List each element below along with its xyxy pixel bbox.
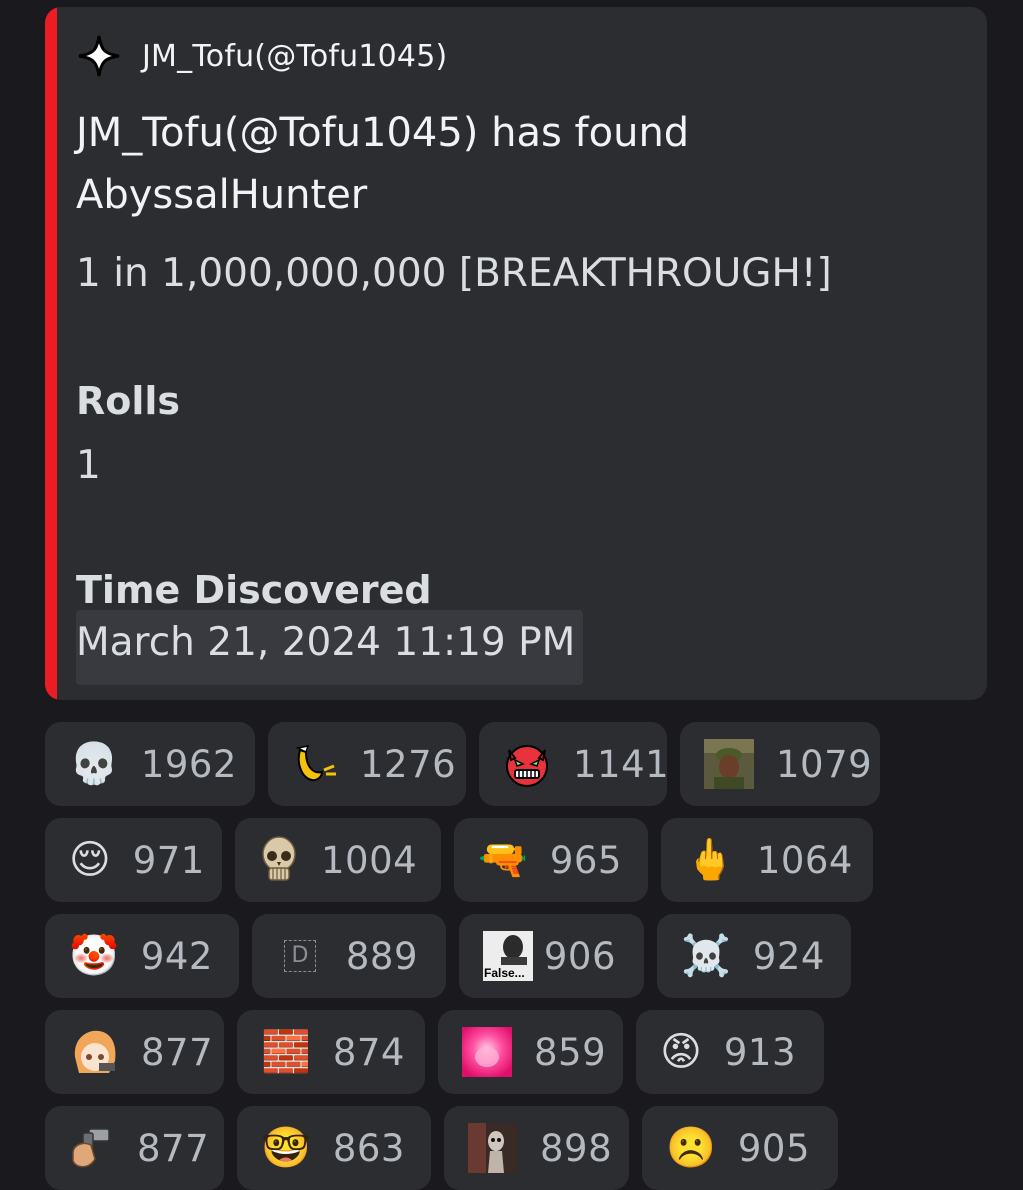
middle-finger-icon: 🖕 xyxy=(685,837,735,883)
angry-face-icon: 😡 xyxy=(660,1029,702,1075)
reaction-row: 😌 971 1004 🔫 965 🖕 1064 xyxy=(45,818,886,902)
reaction-count: 1064 xyxy=(756,838,853,882)
banana-custom-emoji-icon xyxy=(292,738,338,790)
field-time-name: Time Discovered xyxy=(76,568,432,612)
reaction-button[interactable]: False... 906 xyxy=(459,914,644,998)
reaction-row: 877 🧱 874 859 😡 913 xyxy=(45,1010,837,1094)
embed-author: JM_Tofu(@Tofu1045) xyxy=(76,33,447,79)
false-meme-custom-emoji-icon: False... xyxy=(483,931,533,981)
gun-hand-custom-emoji-icon xyxy=(69,1122,115,1174)
skull-icon: 💀 xyxy=(69,741,119,787)
reaction-button[interactable]: 🖕 1064 xyxy=(661,818,873,902)
reaction-button[interactable]: 859 xyxy=(438,1010,623,1094)
reaction-button[interactable]: ☠️ 924 xyxy=(657,914,851,998)
pink-glow-custom-emoji-icon xyxy=(462,1026,512,1078)
reaction-count: 889 xyxy=(345,934,418,978)
reaction-button[interactable]: 🤓 863 xyxy=(237,1106,431,1190)
relieved-face-icon: 😌 xyxy=(69,837,111,883)
reaction-button[interactable]: 1004 xyxy=(235,818,441,902)
reaction-count: 1079 xyxy=(776,742,873,786)
reaction-row: 💀 1962 1276 1141 1079 xyxy=(45,722,893,806)
bricks-icon: 🧱 xyxy=(261,1029,311,1075)
reaction-button[interactable]: 1079 xyxy=(680,722,880,806)
reaction-button[interactable]: 898 xyxy=(444,1106,629,1190)
field-rolls-name: Rolls xyxy=(76,379,181,423)
embed-author-name[interactable]: JM_Tofu(@Tofu1045) xyxy=(142,39,447,74)
reaction-count: 906 xyxy=(543,934,616,978)
reaction-count: 965 xyxy=(549,838,622,882)
reaction-button[interactable]: 1276 xyxy=(268,722,466,806)
embed-accent-bar xyxy=(45,7,57,700)
sparkle-icon xyxy=(76,33,122,79)
reaction-count: 1004 xyxy=(321,838,418,882)
water-pistol-icon: 🔫 xyxy=(478,837,528,883)
reaction-button[interactable]: 🤡 942 xyxy=(45,914,239,998)
reaction-row: 877 🤓 863 898 ☹️ 905 xyxy=(45,1106,851,1190)
reaction-count: 898 xyxy=(540,1126,613,1170)
reaction-button[interactable]: 🧱 874 xyxy=(237,1010,425,1094)
reaction-button[interactable]: 877 xyxy=(45,1010,224,1094)
reaction-count: 913 xyxy=(723,1030,796,1074)
reaction-button[interactable]: 🔫 965 xyxy=(454,818,648,902)
reaction-count: 942 xyxy=(140,934,213,978)
embed-title: JM_Tofu(@Tofu1045) has found AbyssalHunt… xyxy=(76,110,690,218)
embed-description: 1 in 1,000,000,000 [BREAKTHROUGH!] xyxy=(76,251,832,296)
frowning-face-icon: ☹️ xyxy=(666,1125,716,1171)
reaction-count: 877 xyxy=(141,1030,214,1074)
reaction-button[interactable]: 😡 913 xyxy=(636,1010,824,1094)
anime-girl-custom-emoji-icon xyxy=(69,1026,119,1078)
demon-face-custom-emoji-icon xyxy=(503,738,551,790)
reaction-count: 863 xyxy=(332,1126,405,1170)
reaction-count: 1962 xyxy=(140,742,237,786)
reaction-button[interactable]: D 889 xyxy=(252,914,446,998)
reaction-row: 🤡 942 D 889 False... 906 ☠️ 924 xyxy=(45,914,864,998)
alien-photo-custom-emoji-icon xyxy=(468,1122,518,1174)
reaction-count: 1141 xyxy=(573,742,670,786)
reaction-button[interactable]: 😌 971 xyxy=(45,818,222,902)
reaction-count: 971 xyxy=(132,838,205,882)
field-rolls-value: 1 xyxy=(76,443,101,488)
reaction-count: 874 xyxy=(332,1030,405,1074)
clown-face-icon: 🤡 xyxy=(69,933,119,979)
reaction-count: 859 xyxy=(534,1030,607,1074)
reaction-button[interactable]: 💀 1962 xyxy=(45,722,255,806)
placeholder-emoji-icon: D xyxy=(276,930,324,982)
realistic-skull-custom-emoji-icon xyxy=(259,834,299,886)
placeholder-emoji-letter: D xyxy=(283,940,316,972)
bot-embed: JM_Tofu(@Tofu1045) JM_Tofu(@Tofu1045) ha… xyxy=(45,7,987,700)
reaction-count: 1276 xyxy=(360,742,457,786)
reaction-button[interactable]: 877 xyxy=(45,1106,224,1190)
false-meme-caption: False... xyxy=(484,966,525,980)
skull-crossbones-icon: ☠️ xyxy=(681,933,731,979)
reaction-count: 905 xyxy=(737,1126,810,1170)
field-time-value[interactable]: March 21, 2024 11:19 PM xyxy=(76,610,584,685)
reaction-count: 924 xyxy=(752,934,825,978)
reaction-count: 877 xyxy=(137,1126,210,1170)
soldier-photo-custom-emoji-icon xyxy=(704,738,754,790)
reaction-button[interactable]: ☹️ 905 xyxy=(642,1106,838,1190)
nerd-face-icon: 🤓 xyxy=(261,1125,311,1171)
reaction-button[interactable]: 1141 xyxy=(479,722,670,806)
